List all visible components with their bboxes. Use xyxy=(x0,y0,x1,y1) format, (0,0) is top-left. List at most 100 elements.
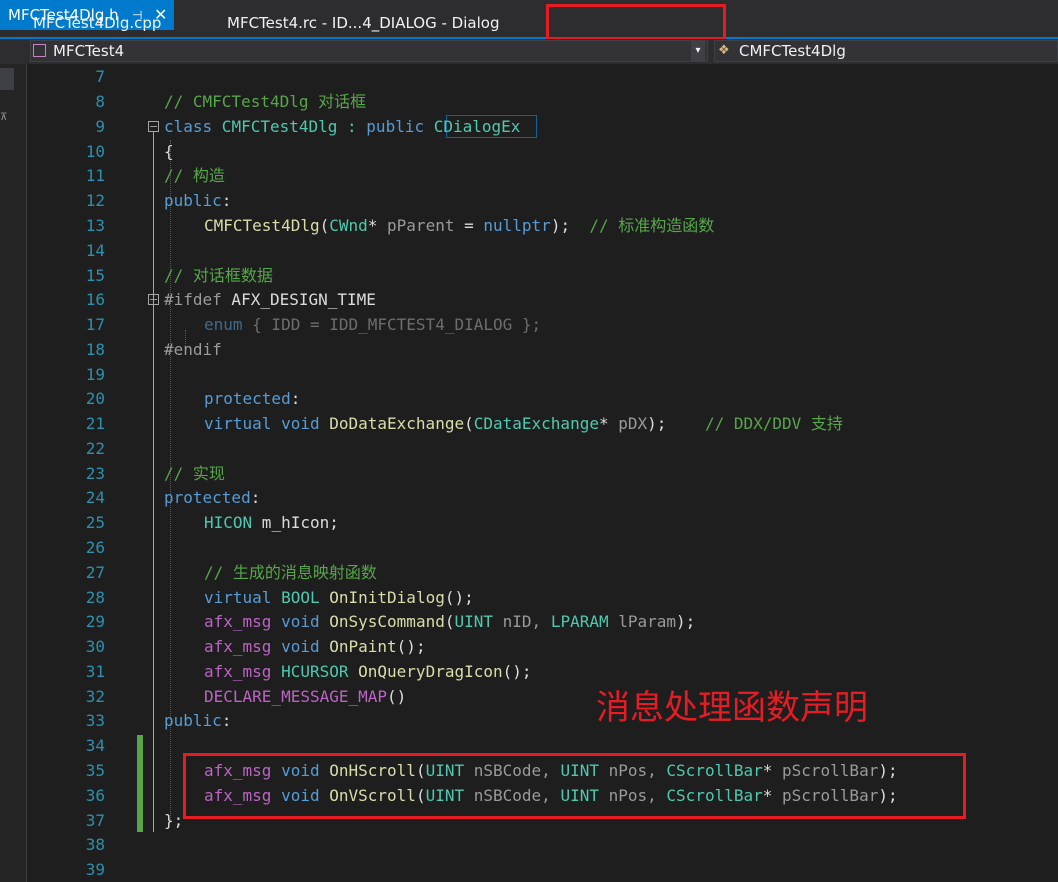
code-line-12[interactable]: public: xyxy=(164,191,231,211)
macro: afx_msg xyxy=(204,637,272,656)
type-name: CDataExchange xyxy=(473,414,599,433)
class-icon: ❖ xyxy=(718,43,730,58)
project-dropdown[interactable]: MFCTest4 ▾ xyxy=(30,40,708,62)
base-class: CDialogEx xyxy=(433,117,521,136)
comment: // CMFCTest4Dlg 对话框 xyxy=(164,92,367,111)
code-line-32[interactable]: DECLARE_MESSAGE_MAP() xyxy=(204,687,406,707)
type-name: UINT xyxy=(454,612,494,631)
line-number: 28 xyxy=(85,588,105,607)
code-line-20[interactable]: protected: xyxy=(204,389,300,409)
inactive-code: { IDD = IDD_MFCTEST4_DIALOG }; xyxy=(242,315,542,334)
line-number: 38 xyxy=(85,835,105,854)
punctuation: ( xyxy=(319,216,330,235)
tab-label: MFCTest4Dlg.h xyxy=(8,6,119,24)
keyword: public xyxy=(164,711,222,730)
close-icon[interactable]: ✕ xyxy=(154,0,167,30)
line-number: 29 xyxy=(85,612,105,631)
code-line-16[interactable]: #ifdef AFX_DESIGN_TIME xyxy=(164,290,376,310)
function-name: OnQueryDragIcon xyxy=(348,662,503,681)
punctuation: ); xyxy=(676,612,696,631)
line-number: 14 xyxy=(85,241,105,260)
colon: : xyxy=(250,488,261,507)
class-dropdown[interactable]: ❖ CMFCTest4Dlg xyxy=(714,40,1058,62)
code-line-31[interactable]: afx_msg HCURSOR OnQueryDragIcon(); xyxy=(204,662,532,682)
punctuation: * xyxy=(598,414,619,433)
function-name: CMFCTest4Dlg xyxy=(204,216,320,235)
macro: afx_msg xyxy=(204,612,272,631)
colon: : xyxy=(290,389,301,408)
keyword: public xyxy=(164,191,222,210)
punctuation: ( xyxy=(464,414,474,433)
code-line-30[interactable]: afx_msg void OnPaint(); xyxy=(204,637,426,657)
keyword: enum xyxy=(204,315,243,334)
fold-line xyxy=(153,132,154,832)
code-line-23[interactable]: // 实现 xyxy=(164,464,225,484)
keyword: virtual void xyxy=(204,414,320,433)
function-name: DoDataExchange xyxy=(319,414,465,433)
code-line-33[interactable]: public: xyxy=(164,711,231,731)
code-line-24[interactable]: protected: xyxy=(164,488,260,508)
colon: : xyxy=(221,191,232,210)
code-line-27[interactable]: // 生成的消息映射函数 xyxy=(204,563,377,583)
change-indicator xyxy=(137,735,143,832)
punctuation: (); xyxy=(502,662,532,681)
line-number: 35 xyxy=(85,761,105,780)
macro-symbol: AFX_DESIGN_TIME xyxy=(221,290,376,309)
code-line-13[interactable]: CMFCTest4Dlg(CWnd* pParent = nullptr); /… xyxy=(204,216,714,236)
code-line-18[interactable]: #endif xyxy=(164,340,222,360)
type-name: CWnd xyxy=(329,216,368,235)
comment: // 构造 xyxy=(164,166,225,185)
line-number: 22 xyxy=(85,439,105,458)
code-line-17[interactable]: enum { IDD = IDD_MFCTEST4_DIALOG }; xyxy=(204,315,541,335)
line-number: 39 xyxy=(85,860,105,879)
macro: afx_msg xyxy=(204,662,272,681)
line-number: 21 xyxy=(85,414,105,433)
chevron-down-icon[interactable]: ▾ xyxy=(691,41,705,61)
line-number: 13 xyxy=(85,216,105,235)
code-line-21[interactable]: virtual void DoDataExchange(CDataExchang… xyxy=(204,414,843,434)
punctuation: (); xyxy=(444,588,474,607)
annotation-box-tab xyxy=(546,4,726,40)
line-number: 37 xyxy=(85,811,105,830)
code-line-25[interactable]: HICON m_hIcon; xyxy=(204,513,339,533)
parameter: pParent xyxy=(387,216,455,235)
code-line-37[interactable]: }; xyxy=(164,811,183,831)
left-tool-window xyxy=(0,39,27,882)
pin-icon[interactable]: ⊣ xyxy=(132,0,142,30)
code-line-10[interactable]: { xyxy=(164,142,174,162)
punctuation: ); xyxy=(647,414,705,433)
fold-toggle[interactable]: − xyxy=(148,121,159,132)
fold-toggle[interactable]: − xyxy=(148,294,159,305)
line-number: 24 xyxy=(85,488,105,507)
comment: // 对话框数据 xyxy=(164,266,273,285)
toolbox-item[interactable] xyxy=(0,68,14,90)
keyword: nullptr xyxy=(483,216,551,235)
code-line-11[interactable]: // 构造 xyxy=(164,166,225,186)
navigation-bar: MFCTest4 ▾ ❖ CMFCTest4Dlg xyxy=(0,39,1058,64)
code-line-15[interactable]: // 对话框数据 xyxy=(164,266,273,286)
line-number: 16 xyxy=(85,290,105,309)
line-number: 19 xyxy=(85,365,105,384)
function-name: OnSysCommand xyxy=(319,612,445,631)
punctuation: * xyxy=(367,216,388,235)
punctuation: (); xyxy=(396,637,426,656)
class-name: CMFCTest4Dlg : xyxy=(212,117,367,136)
code-line-28[interactable]: virtual BOOL OnInitDialog(); xyxy=(204,588,474,608)
line-number: 26 xyxy=(85,538,105,557)
keyword: protected xyxy=(204,389,291,408)
line-number: 8 xyxy=(95,92,105,111)
type-name: BOOL xyxy=(271,588,320,607)
parameter: pDX xyxy=(618,414,648,433)
line-number: 17 xyxy=(85,315,105,334)
punctuation: = xyxy=(454,216,484,235)
annotation-label: 消息处理函数声明 xyxy=(596,688,868,728)
code-line-9[interactable]: class CMFCTest4Dlg : public CDialogEx xyxy=(164,117,520,137)
line-number: 18 xyxy=(85,340,105,359)
member: m_hIcon; xyxy=(252,513,339,532)
code-line-29[interactable]: afx_msg void OnSysCommand(UINT nID, LPAR… xyxy=(204,612,695,632)
line-number: 12 xyxy=(85,191,105,210)
tab-rc-dialog[interactable]: MFCTest4.rc - ID...4_DIALOG - Dialog xyxy=(227,8,499,38)
code-line-8[interactable]: // CMFCTest4Dlg 对话框 xyxy=(164,92,366,112)
parameter: nID, xyxy=(493,612,551,631)
type-name: HCURSOR xyxy=(271,662,349,681)
